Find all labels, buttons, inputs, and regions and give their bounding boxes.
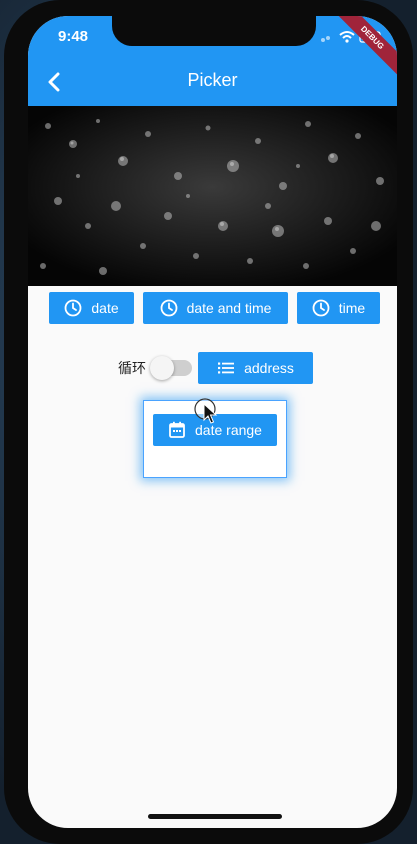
clock-icon [160, 299, 177, 317]
address-button[interactable]: address [198, 352, 313, 384]
time-button[interactable]: time [297, 292, 380, 324]
hero-image [28, 106, 397, 286]
date-button-label: date [91, 300, 119, 316]
phone-frame: 9:48 DEBUG Picker date date and time tim… [4, 0, 413, 844]
date-and-time-button[interactable]: date and time [143, 292, 288, 324]
date-button[interactable]: date [49, 292, 134, 324]
loop-toggle[interactable] [150, 354, 194, 380]
loop-label: 循环 [118, 360, 146, 376]
clock-icon [312, 299, 330, 317]
address-button-label: address [244, 360, 294, 376]
mouse-pointer-icon [194, 398, 218, 424]
clock-icon [64, 299, 82, 317]
app-screen: 9:48 DEBUG Picker date date and time tim… [28, 16, 397, 828]
raindrops-image [28, 106, 397, 286]
notch [112, 16, 316, 46]
home-indicator [148, 814, 282, 819]
status-time: 9:48 [58, 28, 89, 45]
calendar-icon [169, 421, 185, 438]
date-and-time-button-label: date and time [186, 300, 272, 316]
toggle-thumb [150, 356, 174, 380]
app-bar: 9:48 DEBUG Picker [28, 16, 397, 106]
time-button-label: time [338, 300, 366, 316]
list-icon [218, 362, 235, 374]
page-title: Picker [187, 70, 238, 90]
